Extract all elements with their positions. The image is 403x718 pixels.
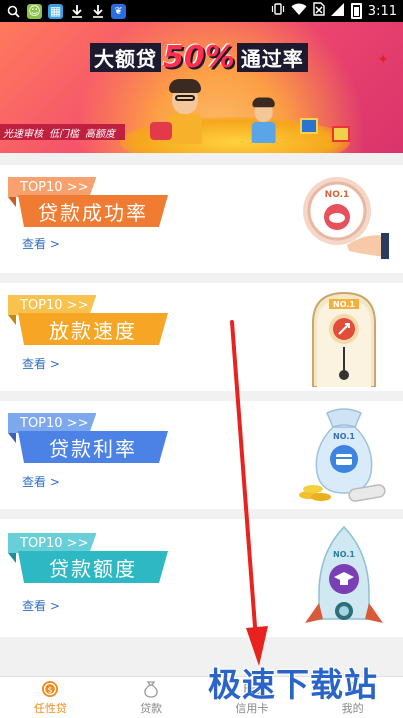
search-icon xyxy=(6,4,21,19)
rocket-graduation-icon: NO.1 xyxy=(305,525,383,623)
card-ribbon: TOP10 >> 贷款额度 xyxy=(8,533,168,597)
cartoon-man-icon xyxy=(168,79,202,144)
clock: 3:11 xyxy=(367,3,397,19)
money-bag-icon xyxy=(150,122,172,140)
svg-text:NO.1: NO.1 xyxy=(325,190,350,200)
no-sim-icon xyxy=(313,2,325,20)
ribbon-fold xyxy=(8,553,16,563)
nav-tab-loan[interactable]: 贷款 xyxy=(101,677,202,718)
battery-icon xyxy=(350,3,362,19)
status-right-icons: 3:11 xyxy=(271,2,397,20)
site-watermark: 极速下载站 xyxy=(208,665,378,704)
top10-tag: TOP10 >> xyxy=(8,413,97,433)
svg-text:NO.1: NO.1 xyxy=(333,550,355,559)
screen: ☺ ▦ ❦ 3:11 大额贷 50% 通过率 ✦ 光速审核 低门槛 高额度 TO… xyxy=(0,0,403,718)
card-title: 贷款利率 xyxy=(18,431,168,463)
signal-icon xyxy=(330,2,345,20)
banner-title-part-2: 通过率 xyxy=(236,42,308,72)
ranking-card-success-rate[interactable]: TOP10 >> 贷款成功率 查看 > NO.1 xyxy=(0,165,403,273)
download-icon xyxy=(90,4,105,19)
card-ribbon: TOP10 >> 贷款成功率 xyxy=(8,177,168,241)
download-icon xyxy=(69,4,84,19)
gallery-icon: ▦ xyxy=(48,3,63,19)
brand-logo-icon: ✦ xyxy=(377,52,389,68)
view-link[interactable]: 查看 > xyxy=(22,473,60,490)
baidu-icon: ❦ xyxy=(111,3,126,19)
vibrate-icon xyxy=(271,2,285,20)
promo-banner[interactable]: 大额贷 50% 通过率 ✦ 光速审核 低门槛 高额度 xyxy=(0,22,403,153)
status-bar: ☺ ▦ ❦ 3:11 xyxy=(0,0,403,22)
nav-tab-renxingdai[interactable]: $ 任性贷 xyxy=(0,677,101,718)
banner-tag-2: 低门槛 xyxy=(49,128,79,140)
card-title: 放款速度 xyxy=(18,313,168,345)
ribbon-fold xyxy=(8,197,16,207)
view-link[interactable]: 查看 > xyxy=(22,355,60,372)
status-left-icons: ☺ ▦ ❦ xyxy=(6,3,126,19)
ranking-card-interest-rate[interactable]: TOP10 >> 贷款利率 查看 > NO.1 xyxy=(0,401,403,509)
banner-title-part-1: 大额贷 xyxy=(90,42,161,72)
view-link[interactable]: 查看 > xyxy=(22,597,60,614)
ribbon-fold xyxy=(8,315,16,325)
money-bag-card-icon: NO.1 xyxy=(299,408,386,502)
banner-tag-3: 高额度 xyxy=(85,128,115,140)
card-ribbon: TOP10 >> 放款速度 xyxy=(8,295,168,359)
card-title: 贷款额度 xyxy=(18,551,168,583)
cartoon-boy-icon xyxy=(251,97,276,143)
app-icon: ☺ xyxy=(27,3,42,19)
ranking-card-loan-amount[interactable]: TOP10 >> 贷款额度 查看 > NO.1 xyxy=(0,519,403,637)
gift-icon xyxy=(332,126,350,142)
banner-tags: 光速审核 低门槛 高额度 xyxy=(0,124,125,140)
top10-tag: TOP10 >> xyxy=(8,177,97,197)
ranking-card-speed[interactable]: TOP10 >> 放款速度 查看 > NO.1 xyxy=(0,283,403,391)
svg-text:NO.1: NO.1 xyxy=(333,300,355,309)
money-bag-icon xyxy=(142,680,160,698)
rocket-clock-icon: NO.1 xyxy=(312,291,376,387)
view-link[interactable]: 查看 > xyxy=(22,235,60,252)
wifi-icon xyxy=(291,3,307,20)
svg-text:$: $ xyxy=(48,685,53,694)
top10-tag: TOP10 >> xyxy=(8,295,97,315)
banner-title: 大额贷 50% 通过率 xyxy=(90,39,308,75)
nav-label: 贷款 xyxy=(140,701,163,715)
nav-label: 任性贷 xyxy=(33,701,67,715)
piggy-bank-clock-icon: NO.1 xyxy=(303,177,389,259)
coin-icon: $ xyxy=(41,680,59,698)
banner-tag-1: 光速审核 xyxy=(3,128,43,140)
ribbon-fold xyxy=(8,433,16,443)
gift-icon xyxy=(300,118,318,134)
banner-title-percent: 50% xyxy=(163,39,235,75)
top10-tag: TOP10 >> xyxy=(8,533,97,553)
card-title: 贷款成功率 xyxy=(18,195,168,227)
card-ribbon: TOP10 >> 贷款利率 xyxy=(8,413,168,477)
svg-text:NO.1: NO.1 xyxy=(333,432,355,441)
